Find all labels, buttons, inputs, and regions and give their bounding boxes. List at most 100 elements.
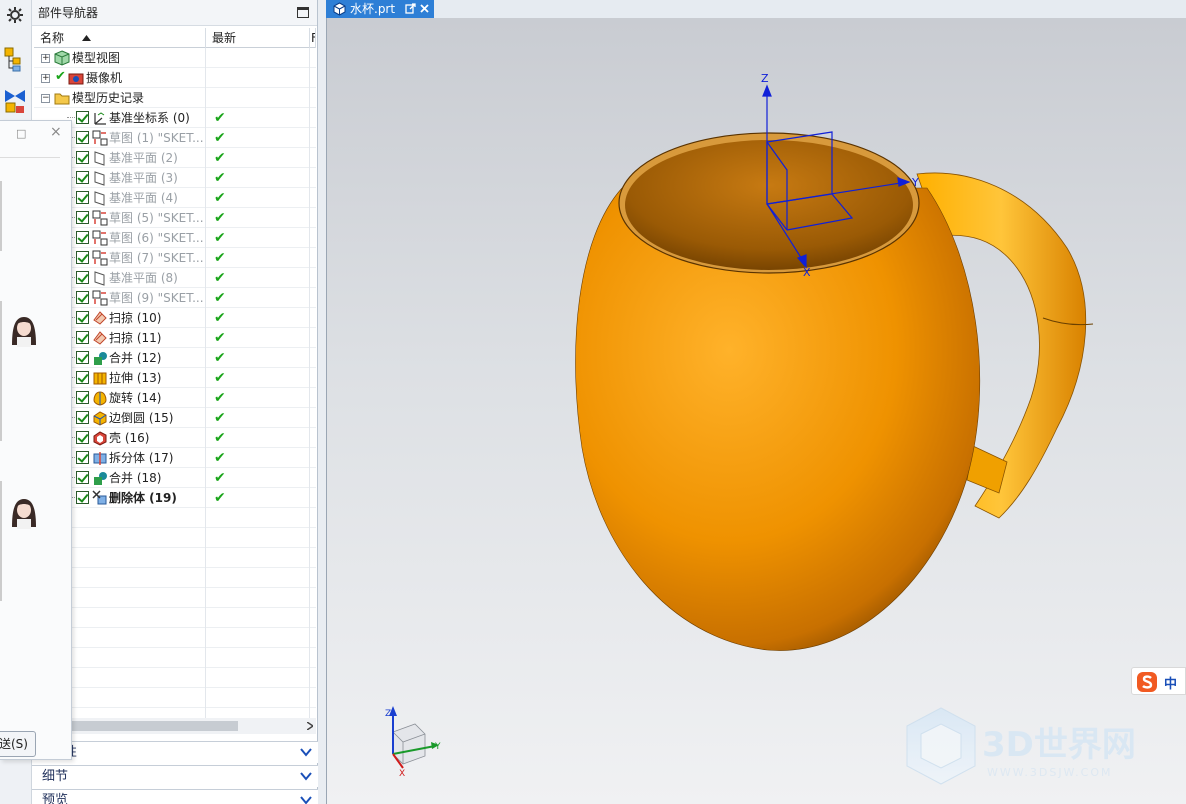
csys-y-label: Y: [911, 176, 919, 189]
settings-gear-icon[interactable]: [2, 2, 28, 28]
avatar[interactable]: [6, 493, 42, 529]
horizontal-scrollbar[interactable]: [34, 718, 316, 734]
feature-row[interactable]: 删除体 (19) ✔: [34, 488, 316, 508]
feature-checkbox[interactable]: [76, 151, 89, 164]
close-icon[interactable]: [420, 4, 429, 13]
tree-node[interactable]: − 模型历史记录: [34, 88, 316, 108]
graphics-window[interactable]: Z Y X Z Y X 3D世界网 WWW.3DSJW.COM: [326, 18, 1186, 804]
feature-checkbox[interactable]: [76, 131, 89, 144]
assembly-constraint-tab-icon[interactable]: [2, 88, 28, 114]
avatar[interactable]: [6, 311, 42, 347]
feature-checkbox[interactable]: [76, 371, 89, 384]
feature-row[interactable]: 拆分体 (17) ✔: [34, 448, 316, 468]
feature-checkbox[interactable]: [76, 251, 89, 264]
feature-row[interactable]: 扫掠 (11) ✔: [34, 328, 316, 348]
feature-checkbox[interactable]: [76, 211, 89, 224]
empty-row: [34, 508, 316, 528]
restore-button[interactable]: □: [16, 127, 26, 140]
column-latest-header[interactable]: 最新: [206, 28, 310, 48]
section-details[interactable]: 细节: [32, 765, 318, 787]
scrollbar-thumb[interactable]: [70, 721, 238, 731]
feature-label: 草图 (9) "SKET...: [109, 291, 204, 305]
tab-part-file[interactable]: 水杯.prt: [326, 0, 434, 18]
feature-checkbox[interactable]: [76, 431, 89, 444]
feature-label: 删除体 (19): [109, 491, 177, 505]
feature-checkbox[interactable]: [76, 111, 89, 124]
up-to-date-check-icon: ✔: [214, 130, 226, 146]
feature-checkbox[interactable]: [76, 231, 89, 244]
collapse-icon[interactable]: −: [41, 94, 50, 103]
feature-checkbox[interactable]: [76, 271, 89, 284]
feature-checkbox[interactable]: [76, 311, 89, 324]
column-extra-header[interactable]: F: [310, 28, 316, 48]
expand-icon[interactable]: +: [41, 74, 50, 83]
latest-cell: ✔: [206, 448, 310, 468]
latest-cell: ✔: [206, 248, 310, 268]
up-to-date-check-icon: ✔: [214, 410, 226, 426]
feature-label: 基准平面 (4): [109, 191, 178, 205]
up-to-date-check-icon: ✔: [214, 290, 226, 306]
empty-row: [34, 628, 316, 648]
feature-label: 壳 (16): [109, 431, 150, 445]
tab-label: 水杯.prt: [350, 2, 396, 16]
feature-row[interactable]: 基准平面 (3) ✔: [34, 168, 316, 188]
feature-checkbox[interactable]: [76, 351, 89, 364]
ime-indicator[interactable]: 中: [1131, 667, 1186, 695]
feature-tree: + 模型视图 + ✔ 摄像机 − 模型历史记录 基准坐标系 (0) ✔ 草图 (1) "SKET.…: [34, 48, 316, 718]
feature-checkbox[interactable]: [76, 171, 89, 184]
model-view[interactable]: Z Y X Z Y X 3D世界网 WWW.3DSJW.COM: [327, 18, 1186, 804]
send-button[interactable]: 送(S): [0, 731, 36, 757]
feature-row[interactable]: 基准平面 (8) ✔: [34, 268, 316, 288]
feature-row[interactable]: 基准平面 (2) ✔: [34, 148, 316, 168]
name-cell: − 模型历史记录: [34, 88, 206, 108]
part-navigator-tab-icon[interactable]: [2, 46, 28, 72]
feature-row[interactable]: 壳 (16) ✔: [34, 428, 316, 448]
feature-row[interactable]: 草图 (7) "SKET... ✔: [34, 248, 316, 268]
feature-row[interactable]: 基准坐标系 (0) ✔: [34, 108, 316, 128]
detach-icon[interactable]: [405, 3, 416, 14]
feature-row[interactable]: 草图 (5) "SKET... ✔: [34, 208, 316, 228]
feature-row[interactable]: 边倒圆 (15) ✔: [34, 408, 316, 428]
section-properties[interactable]: 性: [32, 741, 318, 763]
feature-checkbox[interactable]: [76, 471, 89, 484]
document-tab-bar: 水杯.prt: [326, 0, 1186, 18]
tree-node[interactable]: + 模型视图: [34, 48, 316, 68]
feature-label: 基准坐标系 (0): [109, 111, 190, 125]
latest-cell: ✔: [206, 168, 310, 188]
feature-row[interactable]: 合并 (18) ✔: [34, 468, 316, 488]
feature-row[interactable]: 旋转 (14) ✔: [34, 388, 316, 408]
feature-checkbox[interactable]: [76, 451, 89, 464]
maximize-icon[interactable]: [297, 7, 309, 18]
close-button[interactable]: ×: [50, 124, 62, 140]
section-preview[interactable]: 预览: [32, 789, 318, 804]
view-triad[interactable]: [389, 706, 439, 769]
up-to-date-check-icon: ✔: [214, 450, 226, 466]
mug-body[interactable]: [575, 132, 981, 651]
tree-guide-line: [67, 117, 75, 118]
tree-node-label: 模型视图: [72, 51, 121, 65]
name-cell: + ✔ 摄像机: [34, 68, 206, 88]
up-to-date-check-icon: ✔: [214, 230, 226, 246]
column-name-header[interactable]: 名称: [34, 28, 206, 48]
watermark-title: 3D世界网: [982, 725, 1136, 765]
latest-cell: [206, 48, 310, 68]
feature-row[interactable]: 拉伸 (13) ✔: [34, 368, 316, 388]
feature-checkbox[interactable]: [76, 391, 89, 404]
expand-icon[interactable]: +: [41, 54, 50, 63]
watermark-logo: [906, 707, 976, 785]
feature-checkbox[interactable]: [76, 331, 89, 344]
feature-checkbox[interactable]: [76, 291, 89, 304]
feature-checkbox[interactable]: [76, 491, 89, 504]
feature-row[interactable]: 草图 (6) "SKET... ✔: [34, 228, 316, 248]
feature-checkbox[interactable]: [76, 191, 89, 204]
feature-row[interactable]: 合并 (12) ✔: [34, 348, 316, 368]
feature-checkbox[interactable]: [76, 411, 89, 424]
feature-row[interactable]: 基准平面 (4) ✔: [34, 188, 316, 208]
triad-x-label: X: [399, 769, 405, 779]
tree-node[interactable]: + ✔ 摄像机: [34, 68, 316, 88]
feature-row[interactable]: 草图 (9) "SKET... ✔: [34, 288, 316, 308]
feature-row[interactable]: 扫掠 (10) ✔: [34, 308, 316, 328]
feature-row[interactable]: 草图 (1) "SKET... ✔: [34, 128, 316, 148]
empty-row: [34, 708, 316, 718]
scroll-right-icon[interactable]: [307, 722, 313, 730]
